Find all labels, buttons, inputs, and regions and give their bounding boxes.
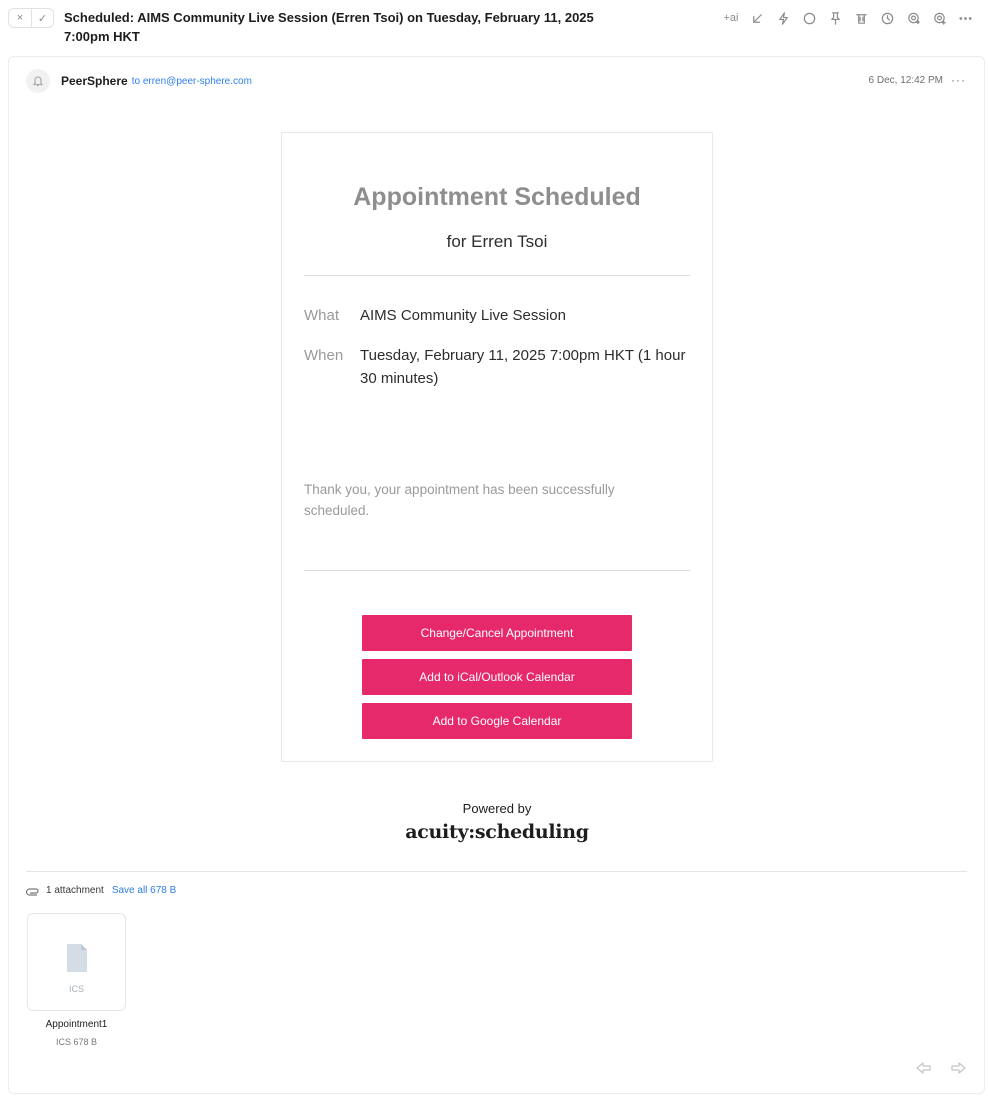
date-row: 6 Dec, 12:42 PM ··· bbox=[869, 73, 966, 87]
file-extension: ICS bbox=[68, 984, 84, 994]
divider bbox=[26, 871, 967, 872]
paperclip-icon bbox=[26, 887, 39, 896]
appointment-for: for Erren Tsoi bbox=[446, 232, 548, 251]
add-google-calendar-button[interactable]: Add to Google Calendar bbox=[362, 703, 632, 739]
check-icon: ✓ bbox=[37, 12, 48, 25]
toolbar: +ai bbox=[718, 7, 978, 29]
avatar bbox=[26, 69, 50, 93]
close-icon: × bbox=[16, 12, 24, 24]
attachment-count: 1 attachment bbox=[46, 885, 104, 896]
when-label: When bbox=[304, 347, 344, 364]
delete-button[interactable] bbox=[848, 7, 874, 29]
what-label: What bbox=[304, 307, 340, 324]
bolt-button[interactable] bbox=[770, 7, 796, 29]
recipient-link[interactable]: to erren@peer-sphere.com bbox=[132, 76, 252, 87]
pin-icon bbox=[830, 11, 840, 25]
acuity-scheduling-logo[interactable]: acuity:scheduling bbox=[281, 821, 713, 843]
bell-icon bbox=[32, 76, 44, 87]
attachment-meta: ICS 678 B bbox=[55, 1037, 98, 1047]
collapse-icon bbox=[752, 13, 762, 23]
attachment-tile[interactable]: ICS bbox=[27, 913, 126, 1011]
attachment-name[interactable]: Appointment1 bbox=[27, 1019, 126, 1030]
change-cancel-button[interactable]: Change/Cancel Appointment bbox=[362, 615, 632, 651]
reply-actions bbox=[916, 1061, 966, 1075]
trash-icon bbox=[855, 13, 867, 24]
ai-button[interactable]: +ai bbox=[718, 7, 744, 29]
attachments-header: 1 attachment Save all 678 B bbox=[26, 885, 176, 896]
add-mention-button[interactable] bbox=[926, 7, 952, 29]
save-all-link[interactable]: Save all 678 B bbox=[112, 885, 177, 896]
bolt-icon bbox=[778, 11, 788, 25]
forward-icon[interactable] bbox=[950, 1061, 966, 1075]
close-confirm-group: × ✓ bbox=[8, 8, 54, 28]
sender-row[interactable]: PeerSphere to erren@peer-sphere.com bbox=[26, 69, 252, 93]
mark-done-button[interactable]: ✓ bbox=[30, 9, 53, 27]
mark-button[interactable] bbox=[796, 7, 822, 29]
mention-button[interactable] bbox=[900, 7, 926, 29]
snooze-button[interactable] bbox=[874, 7, 900, 29]
appointment-title: Appointment Scheduled bbox=[353, 183, 641, 211]
appointment-card: Appointment Scheduled for Erren Tsoi Wha… bbox=[281, 132, 713, 762]
clock-icon bbox=[881, 12, 893, 24]
when-value: Tuesday, February 11, 2025 7:00pm HKT (1… bbox=[360, 347, 686, 387]
file-icon bbox=[67, 944, 87, 972]
sender-name[interactable]: PeerSphere bbox=[61, 74, 128, 88]
divider bbox=[304, 570, 690, 571]
pin-button[interactable] bbox=[822, 7, 848, 29]
message-more-icon[interactable]: ··· bbox=[951, 73, 966, 87]
confirmation-text: Thank you, your appointment has been suc… bbox=[304, 482, 615, 518]
more-button[interactable] bbox=[952, 7, 978, 29]
ai-icon: +ai bbox=[723, 12, 739, 24]
message-date: 6 Dec, 12:42 PM bbox=[868, 74, 943, 86]
mention-icon bbox=[907, 12, 920, 24]
collapse-button[interactable] bbox=[744, 7, 770, 29]
add-mention-icon bbox=[933, 12, 946, 25]
email-subject: Scheduled: AIMS Community Live Session (… bbox=[64, 10, 594, 44]
more-icon bbox=[958, 16, 972, 20]
add-ical-outlook-button[interactable]: Add to iCal/Outlook Calendar bbox=[362, 659, 632, 695]
message-container: PeerSphere to erren@peer-sphere.com 6 De… bbox=[8, 56, 985, 1094]
email-header: × ✓ Scheduled: AIMS Community Live Sessi… bbox=[0, 0, 988, 56]
what-value: AIMS Community Live Session bbox=[360, 307, 566, 324]
circle-icon bbox=[803, 12, 815, 24]
divider bbox=[304, 275, 690, 276]
powered-by-label: Powered by bbox=[462, 801, 532, 816]
close-button[interactable]: × bbox=[9, 9, 31, 27]
reply-icon[interactable] bbox=[916, 1061, 932, 1075]
